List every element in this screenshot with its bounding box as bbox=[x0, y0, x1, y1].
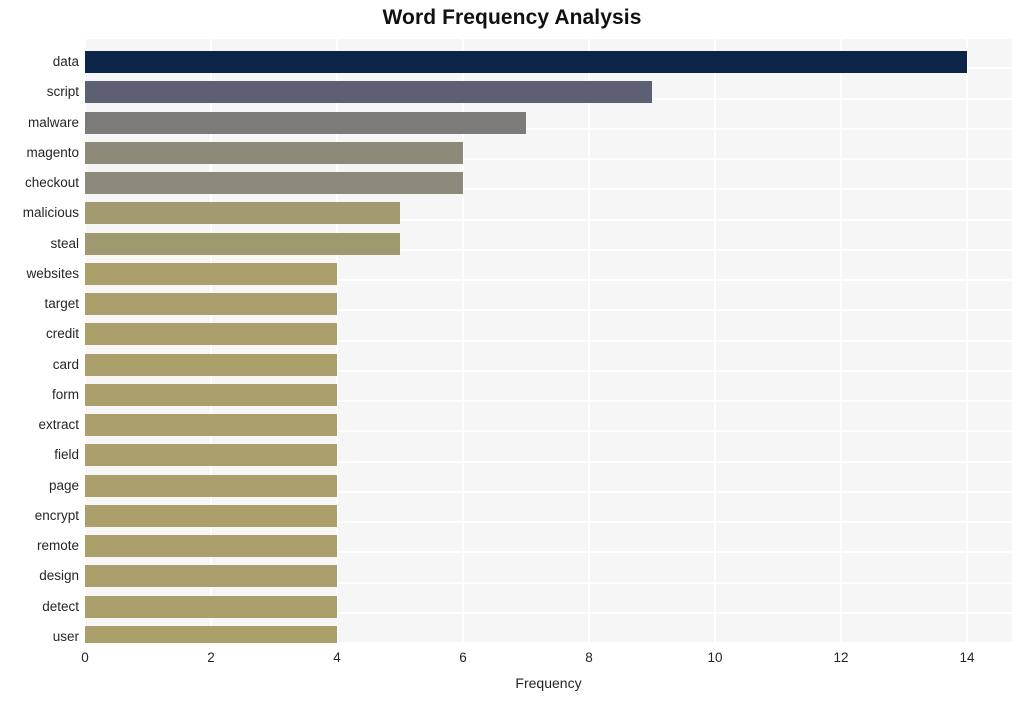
bar bbox=[85, 353, 337, 376]
y-axis-tick-label: detect bbox=[42, 598, 79, 614]
bar bbox=[85, 323, 337, 346]
x-axis-tick-label: 12 bbox=[833, 650, 849, 665]
bar bbox=[85, 141, 463, 164]
y-axis-tick-label: malware bbox=[27, 114, 79, 130]
y-axis-tick-label: credit bbox=[45, 326, 79, 342]
bar bbox=[85, 444, 337, 467]
bar bbox=[85, 111, 526, 134]
y-axis-tick-label: remote bbox=[36, 538, 79, 553]
y-axis-tick-label: magento bbox=[26, 144, 79, 160]
bar bbox=[85, 504, 337, 527]
x-axis-tick-label: 0 bbox=[81, 650, 89, 665]
bar bbox=[85, 262, 337, 285]
bar bbox=[85, 293, 337, 315]
bar bbox=[85, 595, 337, 618]
y-axis-tick-label: encrypt bbox=[34, 507, 79, 523]
y-axis-tick-label: malicious bbox=[22, 205, 79, 221]
x-axis-tick-label: 2 bbox=[207, 650, 215, 665]
y-axis-tick-label: data bbox=[52, 54, 79, 69]
y-axis-tick-label: extract bbox=[38, 417, 79, 432]
y-axis-tick-label: user bbox=[52, 628, 79, 644]
y-axis-tick-label: checkout bbox=[24, 175, 79, 190]
plot-area bbox=[85, 38, 1012, 643]
bar bbox=[85, 535, 337, 557]
bar bbox=[85, 202, 400, 225]
bar bbox=[85, 474, 337, 497]
y-axis-tick-label: field bbox=[54, 447, 79, 463]
bar bbox=[85, 565, 337, 588]
bar bbox=[85, 414, 337, 436]
x-axis-tick-label: 6 bbox=[459, 650, 467, 665]
x-axis-tick-labels: 0 2 4 6 8 10 12 14 bbox=[0, 650, 1024, 670]
gridline-horizontal bbox=[85, 38, 1012, 39]
bar bbox=[85, 232, 400, 255]
y-axis-tick-label: websites bbox=[26, 265, 79, 281]
bar bbox=[85, 51, 967, 73]
y-axis-tick-label: page bbox=[48, 477, 79, 493]
bar bbox=[85, 81, 652, 104]
x-axis-tick-label: 14 bbox=[959, 650, 975, 665]
chart-title: Word Frequency Analysis bbox=[382, 6, 642, 29]
y-axis-tick-label: script bbox=[46, 84, 79, 100]
x-axis-title: Frequency bbox=[515, 675, 582, 691]
y-axis-tick-label: card bbox=[52, 356, 79, 372]
x-axis-tick-label: 10 bbox=[707, 650, 723, 665]
chart-figure: Word Frequency Analysis data script malwar… bbox=[0, 0, 1024, 701]
x-axis-tick-label: 8 bbox=[585, 650, 593, 665]
y-axis-labels: data script malware magento checkout maliciou… bbox=[0, 38, 79, 644]
bar bbox=[85, 172, 463, 194]
y-axis-tick-label: steal bbox=[50, 235, 79, 251]
y-axis-tick-label: form bbox=[52, 386, 79, 402]
x-axis-tick-label: 4 bbox=[333, 650, 341, 665]
y-axis-tick-label: design bbox=[39, 568, 79, 584]
y-axis-tick-label: target bbox=[44, 296, 79, 311]
bar bbox=[85, 625, 337, 643]
bar bbox=[85, 383, 337, 406]
